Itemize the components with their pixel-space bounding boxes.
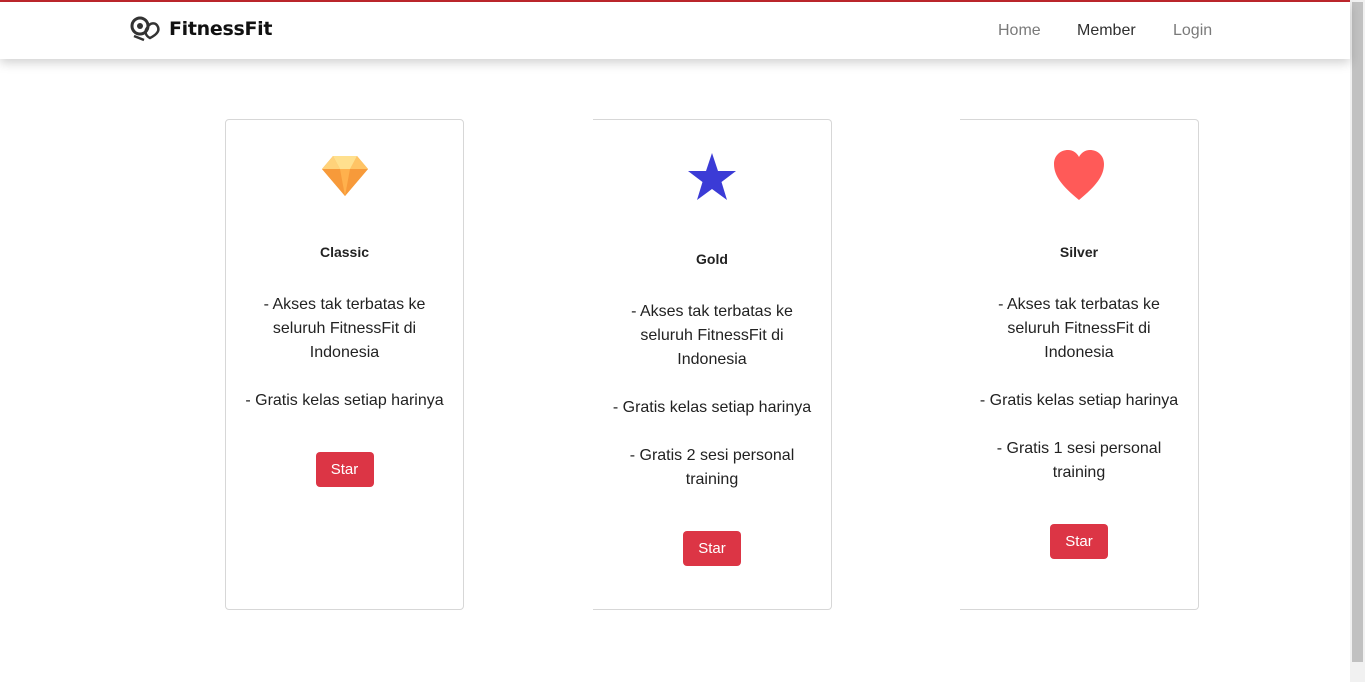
nav-home-link[interactable]: Home: [998, 22, 1041, 40]
plan-features: - Akses tak terbatas ke seluruh FitnessF…: [593, 300, 831, 516]
scrollbar-thumb[interactable]: [1352, 2, 1363, 662]
dumbbell-heart-icon: [130, 14, 164, 44]
nav-member-link[interactable]: Member: [1077, 22, 1136, 40]
plan-feature: - Gratis kelas setiap harinya: [245, 392, 444, 409]
page-scrollbar[interactable]: [1350, 0, 1365, 682]
plan-title: Classic: [319, 244, 370, 260]
plan-feature: - Gratis kelas setiap harinya: [612, 399, 812, 416]
plan-feature: - Akses tak terbatas ke seluruh FitnessF…: [631, 303, 793, 368]
plan-feature: - Gratis 1 sesi personal training: [996, 440, 1162, 481]
nav-login-link[interactable]: Login: [1173, 22, 1212, 40]
heart-icon: [1052, 148, 1106, 204]
plan-card-gold: Gold - Akses tak terbatas ke seluruh Fit…: [593, 119, 832, 610]
select-plan-button[interactable]: Star: [1050, 524, 1108, 559]
select-plan-button[interactable]: Star: [315, 452, 374, 487]
brand-name: FitnessFit: [169, 18, 273, 40]
plan-feature: - Gratis 2 sesi personal training: [629, 447, 795, 488]
plan-features: - Akses tak terbatas ke seluruh FitnessF…: [226, 293, 463, 437]
plan-title: Silver: [1059, 244, 1099, 260]
plan-features: - Akses tak terbatas ke seluruh FitnessF…: [960, 293, 1198, 509]
navbar: FitnessFit Home Member Login: [0, 2, 1350, 59]
plan-feature: - Akses tak terbatas ke seluruh FitnessF…: [998, 296, 1160, 361]
plan-card-classic: Classic - Akses tak terbatas ke seluruh …: [225, 119, 464, 610]
brand-link[interactable]: FitnessFit: [130, 14, 272, 44]
plan-feature: - Akses tak terbatas ke seluruh FitnessF…: [263, 296, 426, 361]
star-icon: [686, 151, 738, 203]
plan-title: Gold: [696, 251, 728, 267]
select-plan-button[interactable]: Star: [683, 531, 741, 566]
plan-feature: - Gratis kelas setiap harinya: [979, 392, 1179, 409]
plan-card-silver: Silver - Akses tak terbatas ke seluruh F…: [960, 119, 1199, 610]
diamond-icon: [320, 152, 370, 200]
